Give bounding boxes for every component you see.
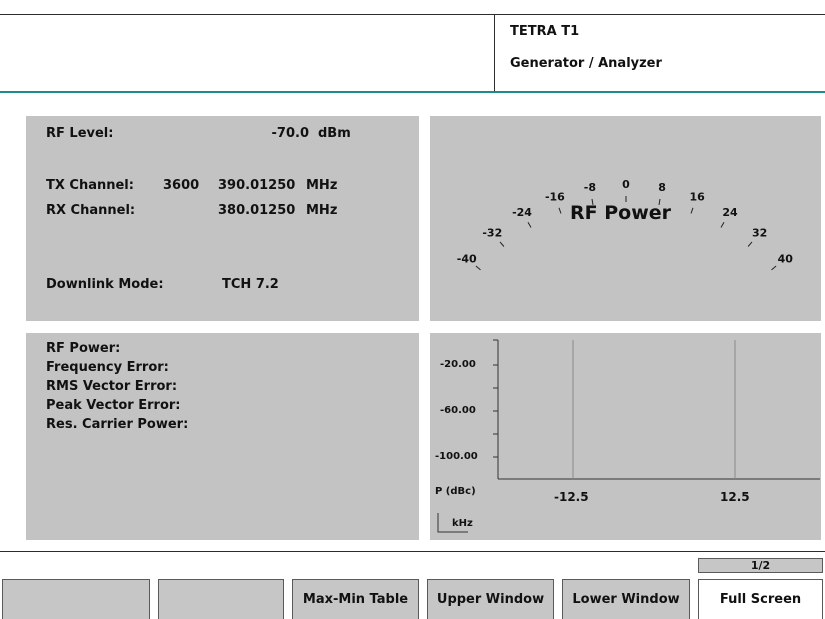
spectrum-plot bbox=[437, 339, 820, 533]
tx-frequency-unit: MHz bbox=[306, 178, 338, 193]
tx-channel-number: 3600 bbox=[163, 178, 200, 193]
spectrum-panel: -20.00 -60.00 -100.00 P (dBc) -12.5 12.5… bbox=[430, 333, 821, 540]
meter-tick-label: -40 bbox=[457, 252, 477, 265]
result-label: RMS Vector Error: bbox=[46, 379, 178, 394]
lower-window-label: Lower Window bbox=[572, 592, 680, 607]
result-label: Res. Carrier Power: bbox=[46, 417, 189, 432]
meter-tick-label: 32 bbox=[752, 227, 767, 240]
spectrum-x-unit: kHz bbox=[452, 518, 473, 529]
softkey-1[interactable] bbox=[2, 579, 150, 619]
spectrum-y-label-2: -60.00 bbox=[440, 405, 476, 416]
meter-tick bbox=[720, 222, 725, 228]
meter-tick-label: 8 bbox=[658, 181, 666, 194]
full-screen-button[interactable]: Full Screen bbox=[698, 579, 823, 619]
results-panel: RF Power: Frequency Error: RMS Vector Erro… bbox=[26, 333, 419, 540]
header-divider bbox=[494, 14, 495, 92]
header-top-rule bbox=[0, 14, 825, 15]
rx-frequency: 380.01250 bbox=[218, 203, 296, 218]
full-screen-label: Full Screen bbox=[719, 592, 802, 607]
meter-tick bbox=[771, 265, 777, 271]
page-indicator: 1/2 bbox=[698, 558, 823, 573]
rx-channel-label: RX Channel: bbox=[46, 203, 136, 218]
meter-tick bbox=[475, 265, 481, 271]
rf-power-meter-title: RF Power bbox=[570, 202, 672, 224]
meter-tick-label: -8 bbox=[584, 181, 596, 194]
meter-tick-label: -16 bbox=[545, 191, 565, 204]
meter-tick bbox=[690, 207, 694, 214]
tx-channel-label: TX Channel: bbox=[46, 178, 134, 193]
lower-window-button[interactable]: Lower Window bbox=[562, 579, 690, 619]
result-label: RF Power: bbox=[46, 341, 121, 356]
meter-tick bbox=[747, 241, 753, 247]
header-title: TETRA T1 bbox=[510, 24, 580, 39]
spectrum-x-label-2: 12.5 bbox=[720, 490, 750, 504]
rf-power-meter-panel: -40 -32 -24 -16 -8 0 8 16 24 32 40 RF Power bbox=[430, 116, 821, 321]
max-min-table-label: Max-Min Table bbox=[302, 592, 409, 607]
result-label: Frequency Error: bbox=[46, 360, 169, 375]
spectrum-y-unit: P (dBc) bbox=[435, 486, 476, 497]
softkey-area-rule bbox=[0, 551, 825, 552]
softkey-2[interactable] bbox=[158, 579, 284, 619]
meter-tick bbox=[558, 207, 562, 214]
spectrum-y-label-1: -20.00 bbox=[440, 359, 476, 370]
rf-level-unit: dBm bbox=[318, 126, 351, 141]
header-subtitle: Generator / Analyzer bbox=[510, 56, 662, 71]
meter-tick bbox=[527, 222, 532, 228]
rx-frequency-unit: MHz bbox=[306, 203, 338, 218]
result-label: Peak Vector Error: bbox=[46, 398, 181, 413]
downlink-mode-value: TCH 7.2 bbox=[222, 277, 279, 292]
meter-tick-label: 0 bbox=[622, 178, 630, 191]
rf-level-label: RF Level: bbox=[46, 126, 114, 141]
page-indicator-text: 1/2 bbox=[750, 559, 771, 572]
max-min-table-button[interactable]: Max-Min Table bbox=[292, 579, 419, 619]
header-bottom-rule bbox=[0, 91, 825, 93]
settings-panel: RF Level: -70.0 dBm TX Channel: 3600 390… bbox=[26, 116, 419, 321]
spectrum-y-label-3: -100.00 bbox=[435, 451, 478, 462]
downlink-mode-label: Downlink Mode: bbox=[46, 277, 164, 292]
rf-level-value: -70.0 bbox=[271, 126, 309, 141]
upper-window-button[interactable]: Upper Window bbox=[427, 579, 554, 619]
meter-tick-label: -24 bbox=[512, 206, 532, 219]
meter-tick-label: 16 bbox=[689, 191, 705, 204]
meter-tick bbox=[499, 241, 505, 247]
meter-tick-label: 24 bbox=[722, 206, 738, 219]
spectrum-x-label-1: -12.5 bbox=[554, 490, 589, 504]
meter-tick-label: -32 bbox=[482, 227, 502, 240]
upper-window-label: Upper Window bbox=[436, 592, 545, 607]
meter-tick-label: 40 bbox=[778, 252, 794, 265]
tx-frequency: 390.01250 bbox=[218, 178, 296, 193]
